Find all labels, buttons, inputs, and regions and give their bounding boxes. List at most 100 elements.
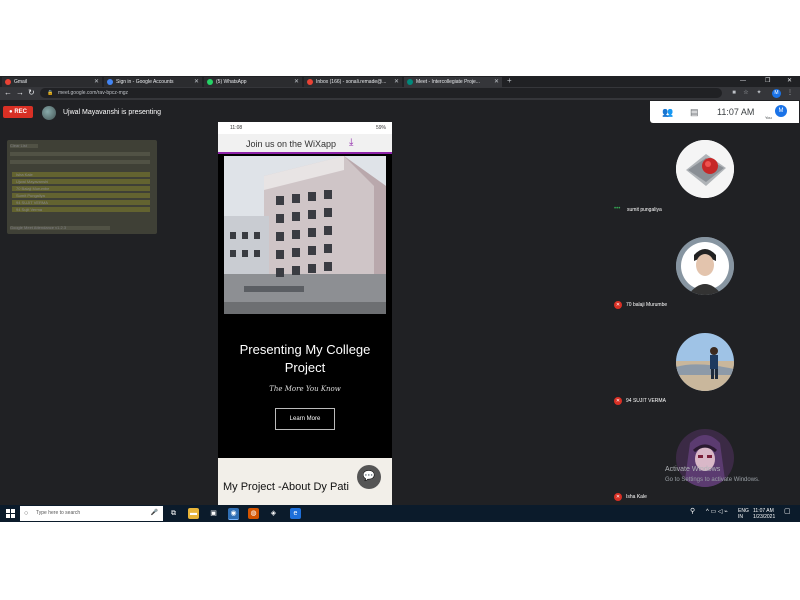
hero-title-line-1: Presenting My College [239, 342, 371, 357]
status-time: 11:08 [230, 125, 243, 131]
chrome-icon[interactable]: ◉ [228, 508, 239, 520]
wix-app-banner[interactable]: Join us on the WiXapp ⤓ [218, 134, 392, 154]
notification-icon[interactable]: ▢ [784, 508, 791, 515]
participant-name: 70 balaji Murumbe [626, 302, 668, 308]
participant-name: Isha Kale [626, 494, 647, 500]
browser-tab-strip: Gmail ✕ Sign in - Google Accounts ✕ (5) … [0, 76, 800, 87]
reload-icon[interactable]: ↻ [28, 88, 35, 98]
clock-date: 1/23/2021 [753, 514, 776, 520]
college-building-image [224, 156, 386, 314]
tab-inbox[interactable]: Inbox (166) - sonali.remade@... ✕ [304, 77, 402, 87]
attendance-extension-panel: Clear List Isha Kale Ujwal Mayavanshi 70… [7, 140, 157, 234]
windows-taskbar: ○ Type here to search 🎤 ⧉ ▬ ▣ ◉ ◍ ◈ e ⚲ … [0, 505, 800, 522]
battery-level: 59% [375, 125, 386, 131]
activate-windows-subtitle: Go to Settings to activate Windows. [665, 477, 760, 483]
search-icon: ○ [24, 510, 29, 517]
phone-status-bar: 11:08 59% [218, 122, 392, 134]
list-item: Sumit Pungaliya [12, 193, 150, 198]
menu-icon[interactable]: ⋮ [786, 89, 794, 97]
extensions-icon[interactable]: ✦ [755, 89, 763, 97]
panel-footer: Google Meet Attendance v1.2.3 [10, 226, 110, 230]
list-item: 70 Balaji Murumbe [12, 186, 150, 191]
tab-google-accounts[interactable]: Sign in - Google Accounts ✕ [104, 77, 202, 87]
tab-meet[interactable]: Meet - Intercollegiate Proje... ✕ [404, 77, 502, 87]
meeting-clock: 11:07 AM [717, 107, 755, 117]
activate-windows-title: Activate Windows [665, 466, 721, 473]
participant-name: 94 SUJIT VERMA [626, 398, 666, 404]
file-explorer-icon[interactable]: ▬ [188, 508, 199, 519]
taskbar-clock[interactable]: 11:07 AM 1/23/2021 [753, 508, 775, 520]
list-item: Ujwal Mayavanshi [12, 179, 150, 184]
task-view-icon[interactable]: ⧉ [168, 508, 179, 519]
back-icon[interactable]: ← [4, 88, 12, 98]
people-icon[interactable]: 👥 [662, 107, 673, 117]
store-icon[interactable]: ▣ [208, 508, 219, 519]
close-tab-icon[interactable]: ✕ [494, 77, 499, 87]
region-code: IN [738, 514, 743, 520]
taskbar-search-box[interactable]: ○ Type here to search 🎤 [20, 506, 163, 521]
list-item: 94 SUJIT VERMA [12, 200, 150, 205]
presenter-avatar [42, 106, 56, 120]
close-tab-icon[interactable]: ✕ [294, 77, 299, 87]
app-icon[interactable]: ◈ [268, 508, 279, 519]
screen: Gmail ✕ Sign in - Google Accounts ✕ (5) … [0, 76, 800, 522]
self-avatar: M [775, 105, 787, 117]
chat-icon[interactable]: ▤ [690, 107, 699, 117]
url-text: meet.google.com/rav-bpcz-mgz [58, 90, 129, 96]
tab-label: (5) WhatsApp [216, 79, 247, 85]
list-item: 94 Sujit Verma [12, 207, 150, 212]
star-icon[interactable]: ☆ [742, 89, 750, 97]
tab-label: Meet - Intercollegiate Proje... [416, 79, 480, 85]
chat-bubble-icon[interactable]: 💬 [357, 465, 381, 489]
section-heading: My Project -About Dy Pati [223, 481, 349, 493]
close-tab-icon[interactable]: ✕ [394, 77, 399, 87]
participant-avatar [676, 140, 734, 198]
close-window-icon[interactable]: ✕ [787, 76, 792, 86]
firefox-icon[interactable]: ◍ [248, 508, 259, 519]
gmail-icon [5, 79, 11, 85]
participant-avatar [676, 333, 734, 391]
muted-mic-icon: ✕ [614, 397, 622, 405]
profile-avatar[interactable]: M [772, 89, 781, 98]
new-tab-button[interactable]: + [507, 76, 512, 86]
address-bar[interactable]: 🔒 meet.google.com/rav-bpcz-mgz [40, 88, 722, 98]
system-tray-icons[interactable]: ^ ▭ ◁ ⌁ [706, 509, 728, 515]
microphone-icon[interactable]: 🎤 [151, 506, 158, 521]
learn-more-button[interactable]: Learn More [275, 408, 335, 430]
participant-panel: ••• sumit pungaliya ✕ 70 balaji Murumbe [610, 123, 800, 506]
participant-avatar [676, 237, 734, 295]
tab-whatsapp[interactable]: (5) WhatsApp ✕ [204, 77, 302, 87]
list-item: Isha Kale [12, 172, 150, 177]
hero-tagline: The More You Know [269, 385, 341, 393]
search-placeholder: Type here to search [36, 510, 81, 516]
maximize-icon[interactable]: ❐ [765, 76, 770, 86]
recording-badge: ● REC [3, 106, 33, 118]
muted-mic-icon: ✕ [614, 493, 622, 501]
tab-label: Sign in - Google Accounts [116, 79, 174, 85]
clear-list-button[interactable]: Clear List [10, 144, 38, 148]
meet-icon [407, 79, 413, 85]
close-tab-icon[interactable]: ✕ [194, 77, 199, 87]
forward-icon[interactable]: → [16, 88, 24, 98]
camera-icon[interactable]: ■ [730, 89, 738, 97]
browser-toolbar: ← → ↻ 🔒 meet.google.com/rav-bpcz-mgz ■ ☆… [0, 87, 800, 100]
lock-icon: 🔒 [47, 90, 54, 96]
close-tab-icon[interactable]: ✕ [94, 77, 99, 87]
hero-title-line-2: Project [284, 360, 326, 375]
whatsapp-icon [207, 79, 213, 85]
hero-title: Presenting My College Project [218, 341, 392, 377]
minimize-icon[interactable]: — [740, 76, 746, 86]
meet-top-controls: 👥 ▤ 11:07 AM M You [650, 101, 799, 123]
tab-label: Gmail [14, 79, 28, 85]
download-icon[interactable]: ⤓ [349, 137, 353, 149]
language-indicator[interactable]: ENG IN [738, 508, 749, 520]
tab-gmail[interactable]: Gmail ✕ [2, 77, 102, 87]
you-label: You [765, 115, 772, 120]
windows-start-icon[interactable] [6, 509, 15, 518]
people-tray-icon[interactable]: ⚲ [690, 508, 695, 515]
presenting-text: Ujwal Mayavanshi is presenting [63, 109, 162, 116]
tab-label: Inbox (166) - sonali.remade@... [316, 79, 387, 85]
edge-icon[interactable]: e [290, 508, 301, 519]
presented-phone-screen: 11:08 59% Join us on the WiXapp ⤓ Presen… [218, 122, 392, 506]
gmail-icon [307, 79, 313, 85]
